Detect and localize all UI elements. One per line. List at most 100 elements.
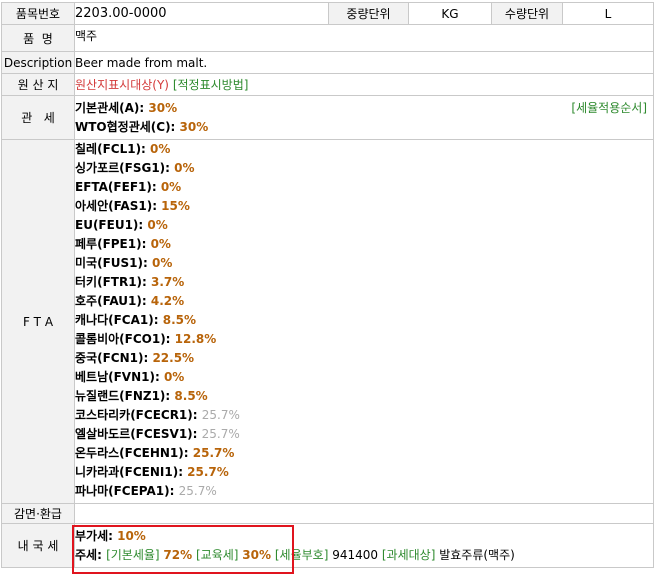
basic-rate-link[interactable]: [기본세율] — [106, 548, 160, 562]
vat-rate: 10% — [117, 528, 146, 543]
fta-item-name: 온두라스(FCEHN1): — [75, 446, 193, 460]
fta-item-rate: 25.7% — [201, 408, 240, 422]
tariff-info-table: 품목번호 2203.00-0000 중량단위 KG 수량단위 L 품 명 맥주 … — [1, 2, 654, 568]
domestic-tax-label: 내 국 세 — [1, 523, 75, 568]
fta-cell: 칠레(FCL1): 0% 싱가포르(FSG1): 0% EFTA(FEF1): 0%… — [74, 139, 654, 504]
reduction-value — [74, 503, 654, 524]
fta-item-rate: 0% — [150, 237, 171, 251]
tariff-label: 관 세 — [1, 95, 75, 140]
fta-item-rate: 25.7% — [192, 446, 235, 460]
fta-item-rate: 0% — [174, 161, 195, 175]
fta-item-name: 미국(FUS1): — [75, 256, 152, 270]
fta-item-rate: 12.8% — [174, 332, 217, 346]
fta-item-name: 싱가포르(FSG1): — [75, 161, 175, 175]
fta-item: 칠레(FCL1): 0% — [75, 140, 653, 159]
qty-unit-value: L — [562, 2, 654, 25]
fta-item: 엘살바도르(FCESV1): 25.7% — [75, 425, 653, 444]
fta-item-name: 콜롬비아(FCO1): — [75, 332, 175, 346]
liquor-tax-label: 주세: — [75, 547, 107, 562]
fta-item: 중국(FCN1): 22.5% — [75, 349, 653, 368]
fta-item-rate: 25.7% — [178, 484, 217, 498]
fta-item-name: 칠레(FCL1): — [75, 142, 151, 156]
hs-code-label: 품목번호 — [1, 2, 75, 25]
fta-item: 코스타리카(FCECR1): 25.7% — [75, 406, 653, 425]
fta-item-rate: 8.5% — [162, 313, 196, 327]
fta-item: 페루(FPE1): 0% — [75, 235, 653, 254]
fta-item: 온두라스(FCEHN1): 25.7% — [75, 444, 653, 463]
fta-item-name: 니카라과(FCENI1): — [75, 465, 188, 479]
fta-list: 칠레(FCL1): 0% 싱가포르(FSG1): 0% EFTA(FEF1): 0%… — [75, 140, 653, 501]
fta-item: 파나마(FCEPA1): 25.7% — [75, 482, 653, 501]
domestic-tax-cell: 부가세: 10% 주세: [기본세율] 72% [교육세] 30% [세율부호]… — [74, 523, 654, 568]
fta-item-name: 아세안(FAS1): — [75, 199, 162, 213]
edu-tax-value: 30% — [242, 547, 272, 562]
weight-unit-value: KG — [408, 2, 492, 25]
fta-item-rate: 4.2% — [150, 294, 185, 308]
fta-item: 니카라과(FCENI1): 25.7% — [75, 463, 653, 482]
wto-tariff-label: WTO협정관세(C): — [75, 119, 180, 134]
product-name-value: 맥주 — [74, 24, 654, 52]
fta-item-name: 캐나다(FCA1): — [75, 313, 163, 327]
wto-tariff-rate: 30% — [179, 119, 209, 134]
fta-item-rate: 0% — [147, 218, 168, 232]
description-label: Description — [1, 51, 75, 74]
rate-code-value: 941400 — [332, 547, 379, 562]
origin-label: 원 산 지 — [1, 73, 75, 96]
taxable-value: 발효주류(맥주) — [439, 547, 515, 562]
fta-item: 싱가포르(FSG1): 0% — [75, 159, 653, 178]
fta-item-name: 터키(FTR1): — [75, 275, 151, 289]
fta-item-name: 파나마(FCEPA1): — [75, 484, 179, 498]
fta-item-name: 호주(FAU1): — [75, 294, 151, 308]
vat-line: 부가세: 10% — [75, 527, 653, 546]
wto-tariff-line: WTO협정관세(C): 30% — [75, 118, 653, 137]
vat-label: 부가세: — [75, 528, 118, 543]
fta-item-rate: 25.7% — [187, 465, 229, 479]
taxable-link[interactable]: [과세대상] — [382, 548, 436, 562]
fta-item: EU(FEU1): 0% — [75, 216, 653, 235]
fta-item: 뉴질랜드(FNZ1): 8.5% — [75, 387, 653, 406]
fta-item-name: EU(FEU1): — [75, 218, 148, 232]
origin-cell: 원산지표시대상(Y) [적정표시방법] — [74, 73, 654, 96]
liquor-tax-line: 주세: [기본세율] 72% [교육세] 30% [세율부호] 941400 [… — [75, 546, 653, 565]
reduction-label: 감면·환급 — [1, 503, 75, 524]
fta-item-rate: 15% — [161, 199, 190, 213]
fta-item: 미국(FUS1): 0% — [75, 254, 653, 273]
origin-mark: 원산지표시대상(Y) — [75, 78, 169, 92]
fta-item-name: 페루(FPE1): — [75, 237, 151, 251]
basic-tariff-label: 기본관세(A): — [75, 100, 149, 115]
description-value: Beer made from malt. — [74, 51, 654, 74]
product-name-label-text: 품 명 — [23, 31, 53, 46]
basic-tariff-rate: 30% — [148, 100, 178, 115]
fta-item-rate: 0% — [163, 370, 185, 384]
fta-item: 터키(FTR1): 3.7% — [75, 273, 653, 292]
tariff-cell: 기본관세(A): 30% WTO협정관세(C): 30% [세율적용순서] — [74, 95, 654, 140]
fta-label: F T A — [1, 139, 75, 504]
fta-item: 호주(FAU1): 4.2% — [75, 292, 653, 311]
fta-item-name: 베트남(FVN1): — [75, 370, 164, 384]
fta-item: EFTA(FEF1): 0% — [75, 178, 653, 197]
basic-tariff-line: 기본관세(A): 30% — [75, 99, 653, 118]
rate-code-link[interactable]: [세율부호] — [275, 548, 329, 562]
fta-item-rate: 0% — [160, 180, 182, 194]
fta-item-rate: 0% — [151, 256, 173, 270]
basic-rate-value: 72% — [163, 547, 193, 562]
edu-tax-link[interactable]: [교육세] — [196, 548, 238, 562]
rate-order-link[interactable]: [세율적용순서] — [571, 99, 647, 116]
fta-item-rate: 0% — [150, 142, 171, 156]
fta-item-name: 코스타리카(FCECR1): — [75, 408, 202, 422]
qty-unit-label: 수량단위 — [491, 2, 563, 25]
fta-item-rate: 25.7% — [201, 427, 240, 441]
fta-item-name: 엘살바도르(FCESV1): — [75, 427, 202, 441]
fta-item: 캐나다(FCA1): 8.5% — [75, 311, 653, 330]
product-name-label: 품 명 — [1, 24, 75, 52]
fta-item-rate: 8.5% — [174, 389, 208, 403]
weight-unit-label: 중량단위 — [328, 2, 409, 25]
fta-item-rate: 22.5% — [152, 351, 195, 365]
fta-item: 콜롬비아(FCO1): 12.8% — [75, 330, 653, 349]
fta-item-rate: 3.7% — [151, 275, 185, 289]
fta-item-name: 뉴질랜드(FNZ1): — [75, 389, 175, 403]
fta-item-name: EFTA(FEF1): — [75, 180, 161, 194]
origin-method-link[interactable]: [적정표시방법] — [173, 78, 249, 92]
fta-item-name: 중국(FCN1): — [75, 351, 153, 365]
tariff-label-text: 관 세 — [21, 111, 55, 125]
